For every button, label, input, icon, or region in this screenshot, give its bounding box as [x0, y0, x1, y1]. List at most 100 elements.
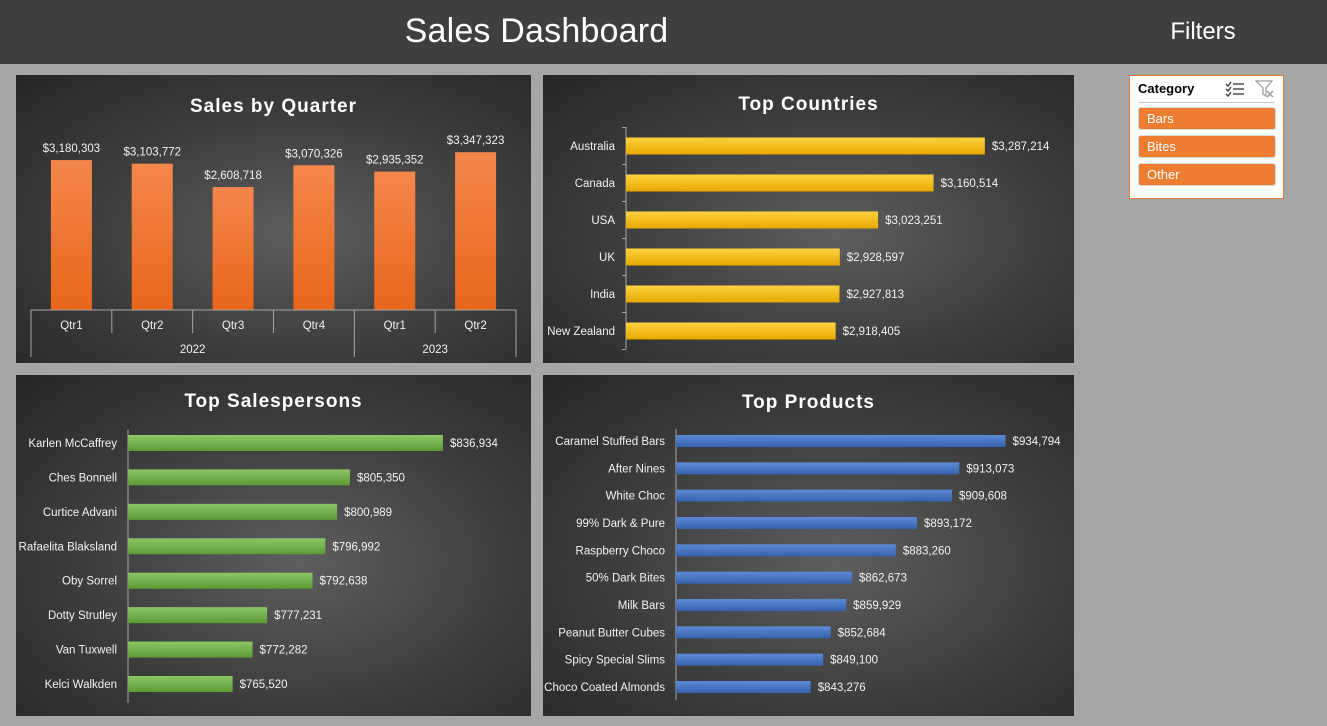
product-bar [676, 462, 960, 475]
salesperson-data-label: $805,350 [357, 472, 405, 484]
salesperson-category-label: Kelci Walkden [45, 679, 117, 691]
salesperson-data-label: $772,282 [260, 645, 308, 657]
sales-by-quarter-panel: Sales by Quarter $3,180,303 Qtr1 $3,103,77… [16, 75, 531, 363]
product-data-label: $913,073 [966, 463, 1014, 475]
quarter-bar [374, 171, 416, 310]
salesperson-bar [128, 607, 268, 624]
quarter-tick-label: Qtr2 [141, 320, 163, 332]
country-category-label: India [590, 289, 616, 301]
salesperson-bar [128, 469, 350, 486]
top-products-chart: $934,794 Caramel Stuffed Bars $913,073 Afte… [544, 429, 1062, 700]
country-data-label: $3,287,214 [992, 141, 1050, 153]
country-data-label: $2,928,597 [847, 252, 905, 264]
quarter-bar [50, 160, 92, 310]
salesperson-bar [128, 538, 326, 555]
product-bar [676, 599, 847, 611]
product-category-label: After Nines [608, 463, 665, 475]
quarter-tick-label: Qtr3 [222, 320, 244, 332]
dashboard-title: Sales Dashboard [404, 12, 669, 50]
quarter-tick-label: Qtr2 [464, 320, 486, 332]
product-data-label: $849,100 [830, 655, 878, 667]
product-bar [676, 681, 811, 693]
product-category-label: Milk Bars [618, 600, 666, 612]
slicer-item-other[interactable]: Other [1138, 163, 1276, 186]
quarter-tick-label: Qtr1 [384, 320, 406, 332]
quarter-bar [131, 163, 173, 310]
salesperson-bar [128, 641, 253, 658]
country-bar [626, 322, 836, 340]
country-category-label: Australia [570, 141, 615, 153]
product-bar [676, 544, 896, 557]
product-category-label: Peanut Butter Cubes [558, 627, 665, 639]
salesperson-data-label: $792,638 [319, 576, 367, 588]
product-data-label: $883,260 [903, 545, 951, 557]
salesperson-bar [128, 572, 313, 589]
salesperson-category-label: Van Tuxwell [56, 645, 117, 657]
quarter-group-label: 2022 [180, 344, 206, 356]
clear-filter-icon[interactable] [1255, 80, 1275, 98]
country-category-label: New Zealand [547, 326, 615, 338]
filters-title: Filters [1170, 18, 1236, 45]
salesperson-category-label: Oby Sorrel [62, 576, 117, 588]
product-category-label: White Choc [606, 491, 666, 503]
top-countries-panel: Top Countries $3,287,214 Australia $3,160,… [543, 75, 1074, 363]
salesperson-category-label: Rafaelita Blaksland [19, 541, 117, 553]
product-bar [676, 435, 1006, 447]
product-data-label: $909,608 [959, 491, 1007, 503]
quarter-group-label: 2023 [422, 344, 448, 356]
slicer-header: Category [1138, 81, 1195, 96]
country-data-label: $3,023,251 [885, 215, 943, 227]
quarter-data-label: $2,935,352 [366, 155, 424, 167]
country-data-label: $3,160,514 [941, 178, 999, 190]
salesperson-data-label: $765,520 [240, 679, 288, 691]
top-salespersons-panel: Top Salespersons $836,934 Karlen McCaffre… [16, 375, 531, 716]
product-data-label: $893,172 [924, 518, 972, 530]
quarter-bar [293, 165, 335, 310]
product-category-label: Choco Coated Almonds [544, 682, 665, 694]
quarter-data-label: $2,608,718 [204, 170, 262, 182]
salesperson-data-label: $836,934 [450, 438, 499, 450]
product-data-label: $859,929 [853, 600, 901, 612]
quarter-data-label: $3,180,303 [43, 143, 101, 155]
product-category-label: Spicy Special Slims [565, 655, 666, 667]
salesperson-bar [128, 676, 233, 692]
quarter-data-label: $3,103,772 [123, 147, 181, 159]
country-bar [626, 285, 840, 303]
header-bar: Sales Dashboard Filters [0, 0, 1327, 64]
salesperson-data-label: $796,992 [332, 541, 380, 553]
product-bar [676, 653, 824, 666]
salesperson-category-label: Dotty Strutley [48, 610, 117, 622]
sales-by-quarter-chart: $3,180,303 Qtr1 $3,103,772 Qtr2 $2,608,718 Qt… [30, 135, 517, 357]
product-bar [676, 626, 831, 639]
product-bar [676, 489, 952, 502]
country-category-label: UK [599, 252, 615, 264]
country-bar [626, 137, 985, 155]
salesperson-bar [128, 503, 338, 520]
slicer-item-bites[interactable]: Bites [1138, 135, 1276, 158]
quarter-tick-label: Qtr1 [60, 320, 82, 332]
quarter-tick-label: Qtr4 [303, 320, 326, 332]
salesperson-data-label: $777,231 [274, 610, 322, 622]
country-category-label: USA [591, 215, 615, 227]
product-bar [676, 517, 917, 529]
quarter-bar [212, 187, 254, 310]
quarter-data-label: $3,070,326 [285, 148, 343, 160]
salesperson-bar [128, 435, 443, 451]
product-category-label: Caramel Stuffed Bars [555, 436, 665, 448]
category-slicer: Category Bars Bites Other [1129, 75, 1284, 199]
multi-select-icon[interactable] [1225, 80, 1245, 98]
product-data-label: $934,794 [1013, 436, 1062, 448]
salesperson-data-label: $800,989 [344, 507, 392, 519]
product-category-label: 50% Dark Bites [586, 573, 666, 585]
quarter-data-label: $3,347,323 [447, 135, 505, 147]
quarter-bar [455, 152, 497, 310]
salesperson-category-label: Karlen McCaffrey [28, 438, 117, 450]
country-category-label: Canada [575, 178, 616, 190]
salesperson-category-label: Ches Bonnell [49, 472, 117, 484]
slicer-divider [1138, 102, 1275, 103]
top-products-panel: Top Products $934,794 Caramel Stuffed Bar… [543, 375, 1074, 716]
top-countries-chart: $3,287,214 Australia $3,160,514 Canada $3,02… [547, 127, 1050, 350]
country-bar [626, 174, 934, 192]
salesperson-category-label: Curtice Advani [43, 507, 117, 519]
slicer-item-bars[interactable]: Bars [1138, 107, 1276, 130]
